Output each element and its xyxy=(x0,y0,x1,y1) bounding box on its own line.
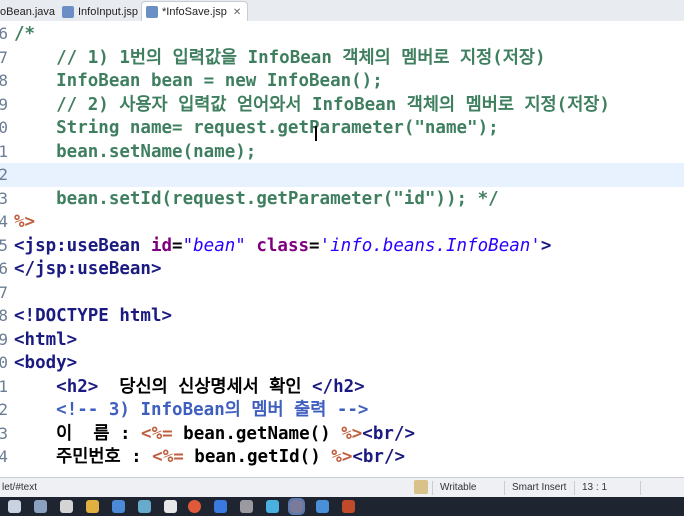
code-line[interactable]: 6 /* xyxy=(0,22,684,46)
status-cursor-position: 13 : 1 xyxy=(582,482,608,493)
code-text: <jsp:useBean id="bean" class='info.beans… xyxy=(14,235,552,256)
tab-infosave-jsp[interactable]: *InfoSave.jsp ✕ xyxy=(141,1,249,22)
code-text: <html> xyxy=(14,329,78,350)
code-text: // 1) 1번의 입력값을 InfoBean 객체의 멤버로 지정(저장) xyxy=(14,47,546,68)
app-icon[interactable] xyxy=(138,500,151,513)
line-number: 4 xyxy=(0,212,8,231)
tab-infoinput-jsp[interactable]: InfoInput.jsp xyxy=(62,2,138,21)
jsp-file-icon xyxy=(146,6,158,18)
code-text: <!DOCTYPE html> xyxy=(14,306,173,326)
code-line[interactable]: 9 <html> xyxy=(0,328,684,352)
line-number: 3 xyxy=(0,423,8,443)
code-text: <body> xyxy=(14,353,78,373)
code-text: InfoBean bean = new InfoBean(); xyxy=(14,71,383,91)
code-line[interactable]: 7 // 1) 1번의 입력값을 InfoBean 객체의 멤버로 지정(저장) xyxy=(0,46,684,70)
line-number: 1 xyxy=(0,141,8,161)
code-line[interactable]: 0 <body> xyxy=(0,351,684,375)
code-line[interactable]: 8 <!DOCTYPE html> xyxy=(0,304,684,328)
code-line[interactable]: 1 <h2> 당신의 신상명세서 확인 </h2> xyxy=(0,375,684,399)
line-number: 4 xyxy=(0,447,8,466)
line-number: 2 xyxy=(0,400,8,419)
file-explorer-icon[interactable] xyxy=(86,500,99,513)
status-path: let/#text xyxy=(2,482,38,493)
line-number: 0 xyxy=(0,118,8,137)
search-icon[interactable] xyxy=(34,500,47,513)
code-line[interactable]: 4 %> xyxy=(0,210,684,234)
code-text: <!-- 3) InfoBean의 멤버 출력 --> xyxy=(56,400,369,420)
clipboard-icon xyxy=(414,480,428,494)
tab-label: *InfoSave.jsp xyxy=(162,6,227,18)
code-line[interactable]: 6 </jsp:useBean> xyxy=(0,257,684,281)
line-number: 7 xyxy=(0,282,8,302)
tab-label: InfoInput.jsp xyxy=(78,5,138,18)
text-cursor xyxy=(315,126,317,141)
eclipse-icon[interactable] xyxy=(288,498,305,515)
line-number: 5 xyxy=(0,235,8,255)
start-icon[interactable] xyxy=(8,500,21,513)
line-number: 8 xyxy=(0,306,8,325)
app-icon[interactable] xyxy=(164,500,177,513)
code-text: bean.setId(request.getParameter("id")); … xyxy=(14,188,499,209)
code-text: // 2) 사용자 입력값 얻어와서 InfoBean 객체의 멤버로 지정(저… xyxy=(14,94,610,115)
code-line[interactable]: 7 xyxy=(0,281,684,305)
app-icon[interactable] xyxy=(112,500,125,513)
code-line[interactable]: 3 이 름 : <%= bean.getName() %><br/> xyxy=(0,422,684,446)
code-text: 주민번호 : <%= bean.getId() %><br/> xyxy=(14,447,406,467)
app-icon[interactable] xyxy=(316,500,329,513)
editor-tab-bar: oBean.java InfoInput.jsp *InfoSave.jsp ✕ xyxy=(0,0,684,22)
close-icon[interactable]: ✕ xyxy=(233,7,241,18)
tab-infobean-java[interactable]: oBean.java xyxy=(0,2,55,21)
line-number: 6 xyxy=(0,259,8,278)
app-icon[interactable] xyxy=(240,500,253,513)
line-number: 9 xyxy=(0,94,8,114)
code-editor[interactable]: 6/* 7 // 1) 1번의 입력값을 InfoBean 객체의 멤버로 지정(… xyxy=(0,21,684,473)
status-insert-mode: Smart Insert xyxy=(512,482,567,493)
code-text: String name= request.getParameter("name"… xyxy=(14,118,499,138)
line-number: 8 xyxy=(0,71,8,90)
line-number: 1 xyxy=(0,376,8,396)
app-icon[interactable] xyxy=(342,500,355,513)
code-line[interactable]: 4 주민번호 : <%= bean.getId() %><br/> xyxy=(0,445,684,469)
code-text: %> xyxy=(14,212,36,232)
code-line[interactable]: 2 <!-- 3) InfoBean의 멤버 출력 --> xyxy=(0,398,684,422)
code-line[interactable]: 2 xyxy=(0,163,684,187)
code-line[interactable]: 3 bean.setId(request.getParameter("id"))… xyxy=(0,187,684,211)
task-view-icon[interactable] xyxy=(60,500,73,513)
chrome-icon[interactable] xyxy=(188,500,201,513)
line-number: 6 xyxy=(0,24,8,43)
status-writable: Writable xyxy=(440,482,477,493)
code-line[interactable]: 0 String name= request.getParameter("nam… xyxy=(0,116,684,140)
code-text: bean.setName(name); xyxy=(14,141,257,162)
line-number: 3 xyxy=(0,188,8,208)
code-text: <h2> 당신의 신상명세서 확인 </h2> xyxy=(56,376,365,397)
line-number: 9 xyxy=(0,329,8,349)
edge-icon[interactable] xyxy=(214,500,227,513)
code-line[interactable]: 5 <jsp:useBean id="bean" class='info.bean… xyxy=(0,234,684,258)
line-number: 7 xyxy=(0,47,8,67)
os-taskbar xyxy=(0,497,684,516)
code-text: </jsp:useBean> xyxy=(14,259,162,279)
code-text: /* xyxy=(14,24,36,44)
line-number: 2 xyxy=(0,165,8,184)
line-number: 0 xyxy=(0,353,8,372)
code-line[interactable]: 1 bean.setName(name); xyxy=(0,140,684,164)
code-line[interactable]: 8 InfoBean bean = new InfoBean(); xyxy=(0,69,684,93)
code-text: 이 름 : <%= bean.getName() %><br/> xyxy=(14,423,415,444)
app-icon[interactable] xyxy=(266,500,279,513)
tab-label: oBean.java xyxy=(0,5,56,18)
jsp-file-icon xyxy=(62,5,74,18)
status-bar: let/#text Writable Smart Insert 13 : 1 xyxy=(0,477,684,498)
code-line[interactable]: 9 // 2) 사용자 입력값 얻어와서 InfoBean 객체의 멤버로 지정… xyxy=(0,93,684,117)
